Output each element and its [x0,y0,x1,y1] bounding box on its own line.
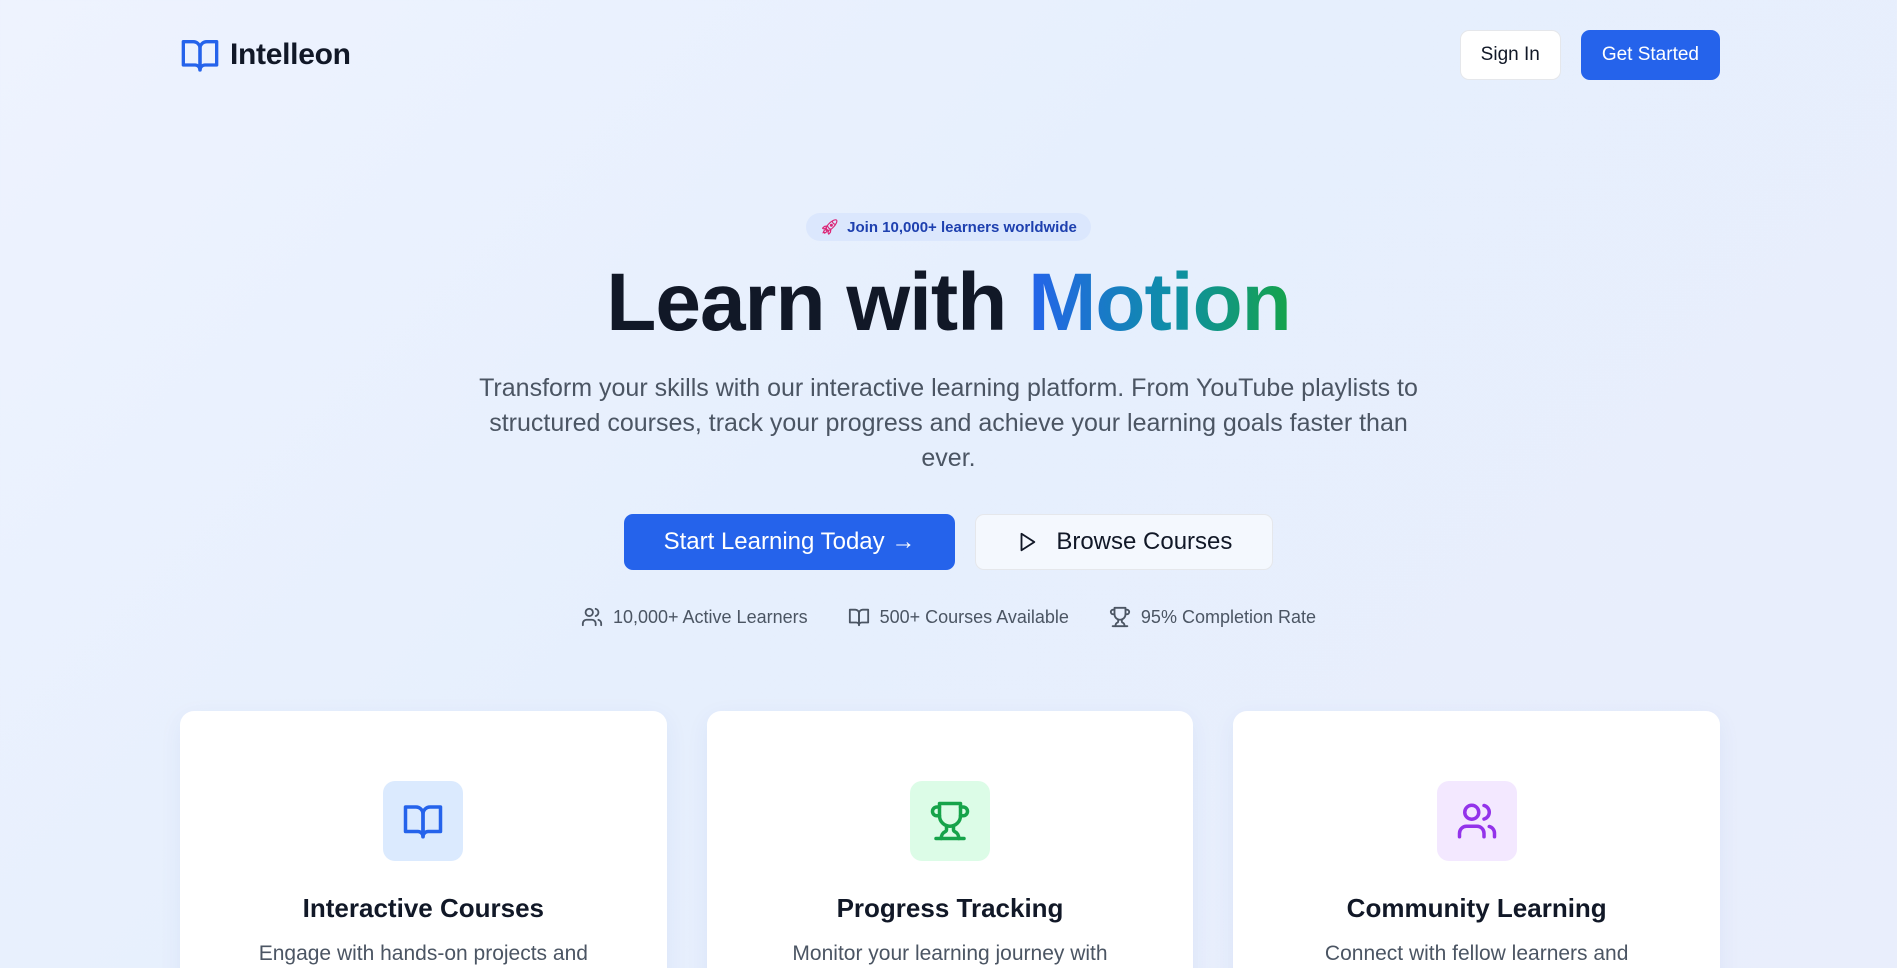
hero-title: Learn with Motion [606,255,1291,351]
brand-logo[interactable]: Intelleon [180,35,351,75]
hero-section: 🚀︎ Join 10,000+ learners worldwide Learn… [0,213,1897,628]
browse-courses-label: Browse Courses [1056,528,1233,555]
features-grid: Interactive Courses Engage with hands-on… [180,711,1721,968]
feature-icon-box [383,781,464,861]
hero-title-plain: Learn with [606,257,1029,348]
stat-label: 10,000+ Active Learners [612,606,808,627]
hero-subtitle: Transform your skills with our interacti… [479,374,1418,472]
feature-title: Community Learning [1346,893,1607,923]
book-open-icon [848,608,869,627]
start-learning-label: Start Learning Today → [663,528,916,555]
stat-courses: 500+ Courses Available [848,606,1069,628]
feature-desc: Connect with fellow learners and [1324,942,1629,965]
stat-label: 95% Completion Rate [1140,606,1317,627]
book-open-icon [181,40,219,72]
users-icon [581,607,603,627]
start-learning-button[interactable]: Start Learning Today → [623,514,956,570]
nav-actions: Sign In Get Started [1459,30,1720,80]
play-icon [1020,532,1036,552]
stat-completion: 95% Completion Rate [1109,606,1316,628]
badge-text: Join 10,000+ learners worldwide [847,218,1077,236]
get-started-button[interactable]: Get Started [1580,30,1720,80]
cta-row: Start Learning Today → Browse Courses [623,514,1274,570]
hero-title-accent: Motion [1028,257,1292,348]
feature-desc: Monitor your learning journey with [792,942,1108,965]
stat-learners: 10,000+ Active Learners [581,606,808,628]
book-open-icon [404,805,443,839]
brand-name: Intelleon [230,38,351,71]
sign-in-button[interactable]: Sign In [1459,30,1561,80]
browse-courses-button[interactable]: Browse Courses [975,514,1274,570]
stats-row: 10,000+ Active Learners 500+ Courses Ava… [581,606,1316,628]
feature-title: Interactive Courses [302,893,544,923]
feature-desc: Engage with hands-on projects and [258,942,588,965]
feature-icon-box [910,781,990,861]
trophy-icon [930,801,970,841]
learners-badge: 🚀︎ Join 10,000+ learners worldwide [806,213,1091,241]
users-icon [1457,803,1496,839]
feature-card-community-learning: Community Learning Connect with fellow l… [1233,711,1721,968]
rocket-icon: 🚀︎ [820,219,840,236]
site-header: Intelleon Sign In Get Started [180,30,1720,80]
feature-card-interactive-courses: Interactive Courses Engage with hands-on… [180,711,667,968]
feature-card-progress-tracking: Progress Tracking Monitor your learning … [706,711,1194,968]
stat-label: 500+ Courses Available [879,606,1069,627]
feature-title: Progress Tracking [836,893,1064,923]
feature-icon-box [1436,781,1517,861]
trophy-icon [1109,606,1130,628]
